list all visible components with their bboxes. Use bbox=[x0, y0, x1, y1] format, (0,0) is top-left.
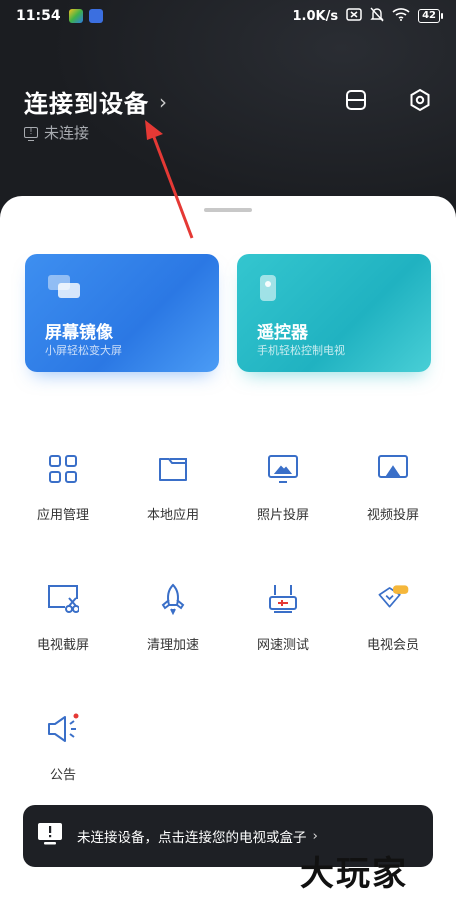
remote-control-title: 遥控器 bbox=[257, 323, 308, 343]
feature-label: 视频投屏 bbox=[366, 508, 419, 523]
feature-app-management[interactable]: 应用管理 bbox=[13, 452, 113, 542]
red-arrow-annotation bbox=[145, 120, 194, 239]
status-bar: 11:54 1.0K/s 42 bbox=[0, 0, 456, 32]
chevron-right-icon: › bbox=[312, 828, 318, 844]
settings-button[interactable] bbox=[408, 88, 432, 112]
feature-label: 电视截屏 bbox=[36, 638, 89, 653]
network-speed: 1.0K/s bbox=[292, 8, 339, 24]
folder-icon bbox=[156, 452, 190, 486]
notification-app-icon bbox=[68, 9, 83, 23]
video-cast-icon bbox=[376, 452, 410, 486]
scan-button[interactable] bbox=[344, 88, 368, 112]
tv-alert-icon bbox=[37, 822, 63, 850]
tv-warning-icon: ! bbox=[24, 127, 38, 141]
feature-label: 公告 bbox=[49, 768, 76, 783]
feature-photo-cast[interactable]: 照片投屏 bbox=[233, 452, 333, 542]
feature-label: 本地应用 bbox=[146, 508, 199, 523]
feature-announcement[interactable]: 公告 bbox=[13, 712, 113, 802]
chevron-right-icon: › bbox=[159, 89, 167, 114]
feature-local-apps[interactable]: 本地应用 bbox=[123, 452, 223, 542]
wifi-icon bbox=[392, 7, 410, 25]
megaphone-icon bbox=[46, 712, 80, 746]
remote-control-card[interactable]: 遥控器 手机轻松控制电视 bbox=[237, 254, 431, 372]
vip-diamond-icon bbox=[376, 582, 410, 616]
sim-off-icon bbox=[346, 7, 362, 25]
router-speed-icon bbox=[266, 582, 300, 616]
feature-speed-test[interactable]: 网速测试 bbox=[233, 582, 333, 672]
battery-indicator: 42 bbox=[418, 9, 443, 23]
screen-mirror-card[interactable]: 屏幕镜像 小屏轻松变大屏 bbox=[25, 254, 219, 372]
scan-icon bbox=[346, 90, 366, 110]
screen-mirror-icon bbox=[47, 274, 81, 304]
feature-tv-membership[interactable]: 电视会员 bbox=[343, 582, 443, 672]
photo-cast-icon bbox=[266, 452, 300, 486]
feature-label: 电视会员 bbox=[366, 638, 419, 653]
screen-mirror-title: 屏幕镜像 bbox=[45, 323, 113, 343]
connect-device-link[interactable]: 连接到设备 › bbox=[24, 84, 167, 119]
connection-status: ! 未连接 bbox=[24, 122, 89, 143]
remote-control-icon bbox=[259, 274, 277, 306]
settings-hexagon-icon bbox=[410, 88, 430, 112]
feature-tv-screenshot[interactable]: 电视截屏 bbox=[13, 582, 113, 672]
connect-prompt-text: 未连接设备，点击连接您的电视或盒子 bbox=[77, 830, 307, 846]
notification-message-icon bbox=[88, 9, 103, 23]
drag-handle[interactable] bbox=[204, 208, 252, 212]
tv-screenshot-icon bbox=[46, 582, 80, 616]
app-grid-icon bbox=[46, 452, 80, 486]
feature-label: 网速测试 bbox=[256, 638, 309, 653]
feature-label: 应用管理 bbox=[36, 508, 89, 523]
watermark-text: 大玩家 bbox=[300, 854, 408, 894]
feature-video-cast[interactable]: 视频投屏 bbox=[343, 452, 443, 542]
mute-bell-icon bbox=[370, 7, 384, 26]
feature-label: 清理加速 bbox=[146, 638, 199, 653]
feature-label: 照片投屏 bbox=[256, 508, 309, 523]
remote-control-subtitle: 手机轻松控制电视 bbox=[257, 344, 345, 357]
connection-status-text: 未连接 bbox=[44, 124, 90, 142]
rocket-icon bbox=[156, 582, 190, 616]
screen-mirror-subtitle: 小屏轻松变大屏 bbox=[45, 344, 122, 357]
status-time: 11:54 bbox=[16, 8, 61, 24]
feature-clean-boost[interactable]: 清理加速 bbox=[123, 582, 223, 672]
page-title: 连接到设备 bbox=[24, 90, 149, 118]
